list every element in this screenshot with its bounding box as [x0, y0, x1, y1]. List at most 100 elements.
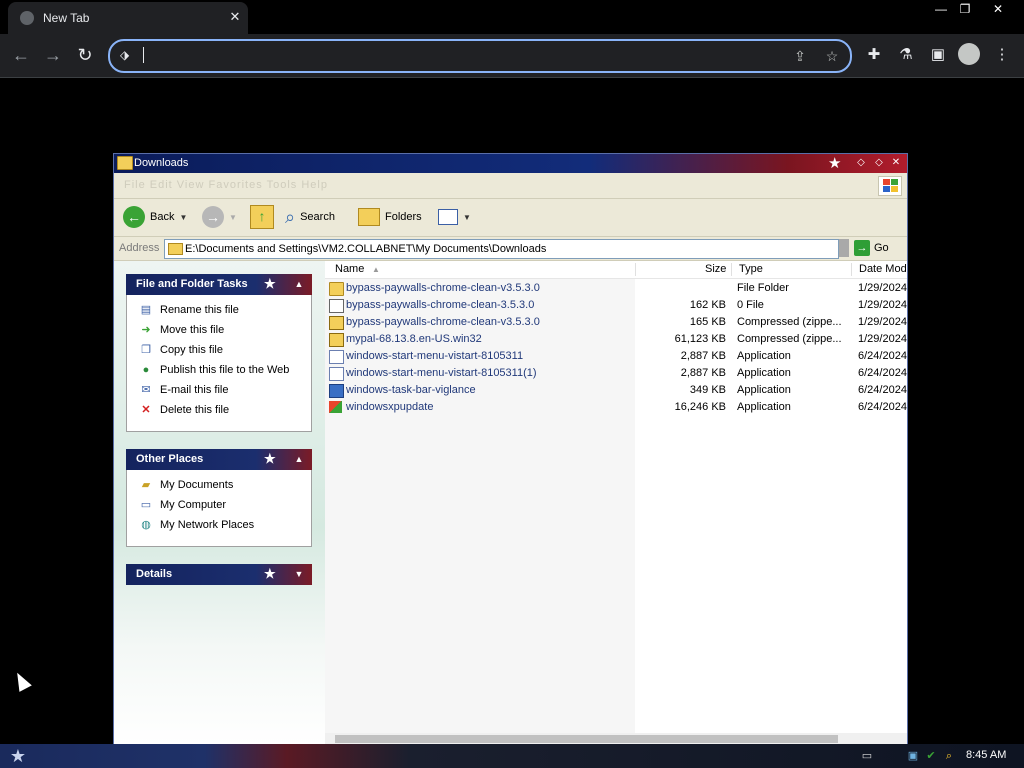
share-icon[interactable]: ⇪ [790, 46, 810, 66]
clock[interactable]: 8:45 AM [966, 749, 1006, 761]
dropdown-arrow-icon[interactable]: ▼ [179, 213, 187, 222]
menu-items[interactable]: File Edit View Favorites Tools Help [124, 179, 328, 191]
delete-file-link[interactable]: ✕ Delete this file [139, 401, 229, 419]
my-documents-icon: ▰ [141, 479, 151, 491]
extensions-icon[interactable]: ✚ [862, 43, 886, 67]
file-name: windows-start-menu-vistart-8105311(1) [346, 367, 537, 379]
column-divider[interactable] [851, 263, 852, 276]
reload-icon[interactable]: ↻ [72, 42, 98, 68]
my-computer-icon: ▭ [140, 499, 152, 511]
place-label: My Network Places [160, 519, 255, 531]
file-date: 6/24/2024 [858, 367, 907, 379]
column-header-size[interactable]: Size [705, 263, 726, 275]
folders-button[interactable]: Folders [358, 205, 422, 229]
close-icon[interactable]: ✕ [889, 156, 903, 170]
move-file-link[interactable]: ➜ Move this file [139, 321, 224, 339]
file-date: 1/29/2024 [858, 333, 907, 345]
my-network-places-link[interactable]: ◍ My Network Places [139, 516, 254, 534]
side-panel-icon[interactable]: ▣ [926, 43, 950, 67]
collapse-chevron-icon[interactable]: ▲ [292, 452, 306, 466]
zip-icon [329, 333, 344, 347]
dropdown-arrow-icon[interactable]: ▼ [229, 213, 237, 222]
column-divider[interactable] [635, 263, 636, 276]
address-dropdown[interactable] [839, 239, 849, 257]
maximize-icon[interactable]: ◇ [872, 156, 886, 170]
omnibox[interactable]: ⬗ ⇪ ☆ [108, 39, 852, 73]
column-header-name[interactable]: Name [335, 263, 364, 275]
file-size: 162 KB [689, 299, 726, 311]
details-header[interactable]: Details ★ ▼ [126, 564, 312, 585]
file-folder-tasks-header[interactable]: File and Folder Tasks ★ ▲ [126, 274, 312, 295]
file-row[interactable]: bypass-paywalls-chrome-clean-v3.5.3.0 Fi… [325, 280, 907, 297]
delete-icon: ✕ [141, 404, 151, 416]
file-row[interactable]: bypass-paywalls-chrome-clean-v3.5.3.0 16… [325, 314, 907, 331]
file-row[interactable]: bypass-paywalls-chrome-clean-3.5.3.0 162… [325, 297, 907, 314]
file-row[interactable]: windows-start-menu-vistart-8105311(1) 2,… [325, 365, 907, 382]
tab-close-icon[interactable]: ✕ [226, 8, 244, 26]
address-path[interactable]: E:\Documents and Settings\VM2.COLLABNET\… [185, 243, 546, 255]
search-button[interactable]: ⌕ Search [285, 205, 335, 229]
dropdown-arrow-icon[interactable]: ▼ [463, 213, 471, 222]
minimize-icon[interactable]: ◇ [854, 156, 868, 170]
address-input[interactable] [142, 45, 746, 67]
email-file-link[interactable]: ✉ E-mail this file [139, 381, 228, 399]
back-arrow-icon[interactable]: ← [8, 42, 34, 68]
monitor-icon[interactable]: ▣ [906, 749, 920, 763]
sort-ascending-icon: ▲ [372, 265, 380, 274]
network-tray-icon[interactable]: ✔ [924, 749, 938, 763]
task-label: Copy this file [160, 344, 223, 356]
back-button[interactable]: ← Back ▼ [123, 205, 187, 229]
folder-icon [329, 282, 344, 296]
close-window-button[interactable]: ✕ [983, 0, 1013, 18]
address-field[interactable]: E:\Documents and Settings\VM2.COLLABNET\… [164, 239, 839, 259]
profile-button[interactable] [958, 43, 982, 67]
restore-button[interactable]: ❐ [950, 0, 980, 18]
my-computer-link[interactable]: ▭ My Computer [139, 496, 226, 514]
keyboard-icon[interactable]: ▭ [860, 749, 874, 763]
file-size: 2,887 KB [680, 367, 726, 379]
browser-tab[interactable]: New Tab ✕ [8, 2, 248, 34]
file-row[interactable]: windows-task-bar-viglance 349 KB Applica… [325, 382, 907, 399]
file-row[interactable]: windows-start-menu-vistart-8105311 2,887… [325, 348, 907, 365]
explorer-titlebar[interactable]: Downloads ★ ◇ ◇ ✕ [114, 154, 907, 173]
file-type: Application [737, 367, 791, 379]
forward-arrow-icon[interactable]: → [40, 42, 66, 68]
my-documents-link[interactable]: ▰ My Documents [139, 476, 234, 494]
file-row[interactable]: windowsxpupdate 16,246 KB Application 6/… [325, 399, 907, 416]
address-label: Address [119, 242, 160, 254]
copy-file-link[interactable]: ❐ Copy this file [139, 341, 223, 359]
task-label: Rename this file [160, 304, 239, 316]
file-name: bypass-paywalls-chrome-clean-v3.5.3.0 [346, 316, 540, 328]
views-button[interactable]: ▼ [438, 205, 471, 229]
place-label: My Documents [160, 479, 234, 491]
menu-kebab-icon[interactable]: ⋮ [990, 43, 1014, 67]
file-icon [329, 299, 344, 313]
profile-avatar-icon [958, 43, 980, 65]
publish-file-link[interactable]: ● Publish this file to the Web [139, 361, 290, 379]
back-arrow-icon: ← [123, 206, 145, 228]
app-icon [329, 384, 344, 398]
start-button-star-icon[interactable]: ★ [8, 746, 28, 766]
site-info-icon[interactable]: ⬗ [120, 48, 134, 62]
star-decoration-icon: ★ [264, 451, 276, 466]
column-header-type[interactable]: Type [739, 263, 763, 275]
column-divider[interactable] [731, 263, 732, 276]
expand-chevron-icon[interactable]: ▼ [292, 567, 306, 581]
go-button[interactable]: → Go [854, 239, 889, 257]
forward-button[interactable]: → ▼ [202, 205, 237, 229]
explorer-toolbar: ← Back ▼ → ▼ ↑ ⌕ Search Folders ▼ [114, 199, 907, 237]
search-tray-icon[interactable]: ⌕ [942, 749, 956, 763]
labs-flask-icon[interactable]: ⚗ [894, 43, 918, 67]
file-name: windows-task-bar-viglance [346, 384, 476, 396]
file-name: windows-start-menu-vistart-8105311 [346, 350, 524, 362]
file-row[interactable]: mypal-68.13.8.en-US.win32 61,123 KB Comp… [325, 331, 907, 348]
scrollbar-thumb[interactable] [335, 735, 838, 743]
bookmark-star-icon[interactable]: ☆ [822, 46, 842, 66]
folders-icon [358, 208, 380, 226]
up-folder-button[interactable]: ↑ [250, 205, 274, 229]
column-header-date[interactable]: Date Mod [859, 263, 907, 275]
rename-file-link[interactable]: ▤ Rename this file [139, 301, 239, 319]
collapse-chevron-icon[interactable]: ▲ [292, 277, 306, 291]
windows-logo-icon [878, 176, 902, 196]
other-places-header[interactable]: Other Places ★ ▲ [126, 449, 312, 470]
